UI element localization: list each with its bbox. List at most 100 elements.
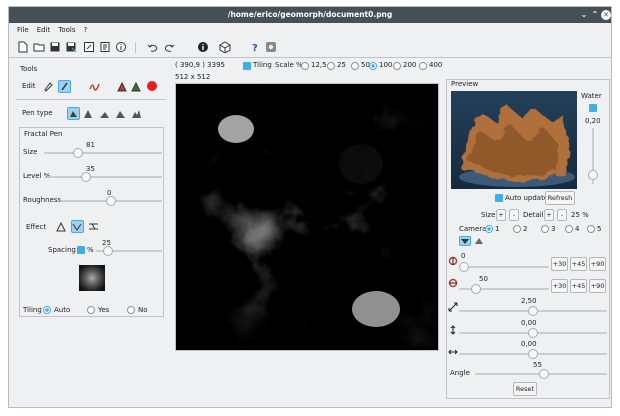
- scale-diagonal-icon: [448, 302, 458, 312]
- detail-minus-button[interactable]: -: [557, 209, 567, 221]
- auto-update-checkbox[interactable]: [495, 194, 503, 202]
- preview-title: Preview: [451, 80, 479, 88]
- scale-radio-50[interactable]: [351, 62, 359, 70]
- open-folder-icon[interactable]: [33, 41, 45, 53]
- effect-crater-icon[interactable]: [71, 220, 84, 233]
- rotate-z-plus30-button[interactable]: +30: [551, 279, 568, 293]
- save-icon[interactable]: [49, 41, 61, 53]
- menu-edit[interactable]: Edit: [37, 23, 51, 37]
- camera-label-5: 5: [597, 225, 602, 233]
- settings-icon[interactable]: [265, 41, 277, 53]
- rotate-x-plus90-button[interactable]: +90: [589, 257, 606, 271]
- view-side-icon[interactable]: [474, 237, 484, 247]
- tiling-auto-radio[interactable]: [43, 306, 51, 314]
- rotate-z-plus45-button[interactable]: +45: [570, 279, 587, 293]
- level-slider[interactable]: [48, 172, 162, 182]
- tiling-yes-radio[interactable]: [87, 306, 95, 314]
- tools-divider: [16, 99, 166, 100]
- color-picker-icon[interactable]: [116, 80, 129, 93]
- spacing-label: Spacing: [48, 246, 76, 254]
- pen-tool-icon[interactable]: [58, 80, 71, 93]
- gradient-tool-icon[interactable]: [130, 80, 143, 93]
- menu-file[interactable]: File: [17, 23, 29, 37]
- tiling-auto-label: Auto: [54, 306, 71, 314]
- close-button[interactable]: ✕: [601, 10, 611, 20]
- camera-radio-4[interactable]: [565, 225, 573, 233]
- smooth-pen-icon[interactable]: [114, 107, 127, 120]
- rotate-x-plus30-button[interactable]: +30: [551, 257, 568, 271]
- scale-radio-12-5[interactable]: [301, 62, 309, 70]
- refresh-button[interactable]: Refresh: [545, 191, 575, 205]
- about-info-icon[interactable]: [197, 41, 209, 53]
- water-value: 0,20: [585, 117, 601, 125]
- vertical-shift-value: 0,00: [521, 319, 537, 327]
- rotate-z-plus90-button[interactable]: +90: [589, 279, 606, 293]
- export-icon[interactable]: [83, 41, 95, 53]
- detail-value: 25 %: [571, 211, 589, 219]
- eraser-tool-icon[interactable]: [88, 80, 101, 93]
- info-icon[interactable]: [115, 41, 127, 53]
- 3d-preview-view[interactable]: [451, 91, 577, 189]
- tiling-checkbox[interactable]: [243, 62, 251, 70]
- horizontal-shift-slider[interactable]: [459, 349, 607, 359]
- detail-label: Detail: [523, 211, 544, 219]
- size-slider[interactable]: [44, 148, 162, 158]
- vertical-shift-slider[interactable]: [459, 328, 607, 338]
- document-properties-icon[interactable]: [99, 41, 111, 53]
- rotate-x-plus45-button[interactable]: +45: [570, 257, 587, 271]
- scale-label-100: 100: [379, 61, 393, 69]
- save-as-icon[interactable]: [65, 41, 77, 53]
- camera-radio-1[interactable]: [485, 225, 493, 233]
- menu-help[interactable]: ?: [84, 23, 88, 37]
- tiling-no-radio[interactable]: [127, 306, 135, 314]
- rotate-x-slider[interactable]: [459, 262, 549, 272]
- record-icon[interactable]: [147, 81, 157, 91]
- fractal-pen-title: Fractal Pen: [24, 130, 63, 138]
- cursor-coords: ( 390,9 ) 3395: [175, 61, 225, 69]
- maximize-button[interactable]: ⌃: [590, 10, 600, 20]
- 3d-view-icon[interactable]: [219, 41, 231, 53]
- camera-radio-3[interactable]: [541, 225, 549, 233]
- minimize-button[interactable]: ⌄: [579, 10, 589, 20]
- scale-radio-200[interactable]: [393, 62, 401, 70]
- scale-radio-400[interactable]: [419, 62, 427, 70]
- view-top-icon[interactable]: [459, 236, 471, 246]
- scale-radio-100[interactable]: [369, 62, 377, 70]
- raise-pen-icon[interactable]: [82, 107, 95, 120]
- roughness-slider[interactable]: [60, 196, 162, 206]
- camera-radio-5[interactable]: [587, 225, 595, 233]
- menu-bar: File Edit Tools?: [9, 23, 611, 37]
- water-checkbox[interactable]: [589, 104, 597, 112]
- scale-label-12-5: 12,5: [311, 61, 327, 69]
- effect-mountain-icon[interactable]: [55, 220, 68, 233]
- size-plus-button[interactable]: +: [496, 209, 506, 221]
- scale-label-400: 400: [429, 61, 443, 69]
- camera-label-3: 3: [551, 225, 556, 233]
- camera-radio-2[interactable]: [513, 225, 521, 233]
- redo-icon[interactable]: [163, 41, 175, 53]
- rotate-z-slider[interactable]: [459, 284, 549, 294]
- new-document-icon[interactable]: [17, 41, 29, 53]
- tiling-yes-label: Yes: [98, 306, 110, 314]
- rotate-z-value: 50: [479, 275, 488, 283]
- fractal-pen-icon[interactable]: [67, 107, 80, 120]
- size-minus-button[interactable]: -: [509, 209, 519, 221]
- spacing-slider[interactable]: [96, 246, 162, 256]
- scale-radio-25[interactable]: [327, 62, 335, 70]
- heightmap-image[interactable]: [176, 84, 438, 350]
- spacing-checkbox[interactable]: [77, 246, 85, 254]
- effect-flat-icon[interactable]: [87, 220, 100, 233]
- undo-icon[interactable]: [147, 41, 159, 53]
- select-tool-icon[interactable]: [42, 80, 55, 93]
- help-icon[interactable]: ?: [249, 41, 261, 53]
- zoom-slider[interactable]: [459, 306, 607, 316]
- menu-tools[interactable]: Tools: [58, 23, 75, 37]
- angle-slider[interactable]: [475, 369, 607, 379]
- heightmap-canvas[interactable]: [175, 83, 439, 351]
- water-slider-knob[interactable]: [588, 170, 598, 180]
- detail-plus-button[interactable]: +: [544, 209, 554, 221]
- horizontal-shift-icon: [448, 349, 458, 355]
- lower-pen-icon[interactable]: [98, 107, 111, 120]
- reset-button[interactable]: Reset: [513, 382, 537, 396]
- noise-pen-icon[interactable]: [130, 107, 143, 120]
